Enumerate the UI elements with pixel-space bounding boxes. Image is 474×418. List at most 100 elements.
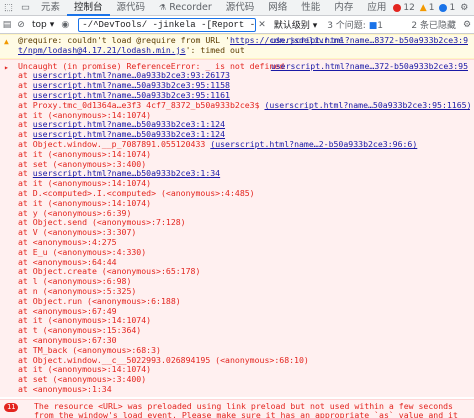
stack-frame-function: Object.create (<anonymous>:65:178) bbox=[32, 267, 201, 277]
warning-icon: ▲ bbox=[4, 37, 9, 46]
stack-frame-at: at bbox=[18, 71, 33, 81]
stack-frame-function: <anonymous>:64:44 bbox=[32, 257, 117, 267]
issue-icon bbox=[439, 3, 448, 12]
stack-frame-at: at bbox=[18, 267, 33, 277]
log-level-dropdown[interactable]: 默认级别 ▾ bbox=[274, 18, 317, 31]
stack-frame: at userscript.html?name…b50a933b2ce3:1:1… bbox=[18, 120, 470, 130]
console-output: ▲ @require: couldn't load @require from … bbox=[0, 34, 474, 418]
stack-trace: at userscript.html?name…0a933b2ce3:93:26… bbox=[18, 71, 470, 394]
stack-frame-function: set (<anonymous>:3:400) bbox=[32, 375, 147, 385]
error-message: ▸ Uncaught (in promise) ReferenceError: … bbox=[0, 58, 474, 397]
stack-frame: at it (<anonymous>:14:1074) bbox=[18, 150, 470, 160]
stack-frame-link[interactable]: userscript.html?name…50a933b2ce3:95:1161 bbox=[33, 91, 230, 100]
eye-icon[interactable]: ◉ bbox=[58, 20, 72, 30]
stack-frame: at Proxy.tmc_0d1364a…e3f3 4cf7_8372_b50a… bbox=[18, 101, 470, 111]
tab-memory[interactable]: 内存 bbox=[327, 0, 360, 16]
error-source-link[interactable]: userscript.html?name…372-b50a933b2ce3:95 bbox=[271, 61, 468, 72]
stack-frame: at it (<anonymous>:14:1074) bbox=[18, 179, 470, 189]
stack-frame: at Object.create (<anonymous>:65:178) bbox=[18, 267, 470, 277]
stack-frame-function: it (<anonymous>:14:1074) bbox=[32, 149, 152, 159]
stack-frame: at userscript.html?name…b50a933b2ce3:1:1… bbox=[18, 130, 470, 140]
stack-frame-at: at bbox=[18, 375, 33, 385]
stack-frame-at: at bbox=[18, 169, 33, 179]
stack-frame-at: at bbox=[18, 335, 33, 345]
stack-frame: at V (<anonymous>:3:307) bbox=[18, 228, 470, 238]
stack-frame: at userscript.html?name…50a933b2ce3:95:1… bbox=[18, 91, 470, 101]
tab-sources[interactable]: 源代码 bbox=[110, 0, 153, 16]
stack-frame-function: it (<anonymous>:14:1074) bbox=[32, 110, 152, 120]
stack-frame-function: <anonymous>:67:30 bbox=[32, 335, 117, 345]
stack-frame-function: D.<computed>.I.<computed> (<anonymous>:4… bbox=[32, 188, 255, 198]
stack-frame: at Object.send (<anonymous>:7:128) bbox=[18, 218, 470, 228]
stack-frame-function: Object.send (<anonymous>:7:128) bbox=[32, 218, 186, 228]
stack-frame: at it (<anonymous>:14:1074) bbox=[18, 365, 470, 375]
stack-frame-at: at bbox=[18, 306, 33, 316]
stack-frame: at set (<anonymous>:3:400) bbox=[18, 375, 470, 385]
stack-frame: at userscript.html?name…50a933b2ce3:95:1… bbox=[18, 81, 470, 91]
stack-frame-function: l (<anonymous>:6:98) bbox=[32, 277, 132, 287]
issues-link[interactable]: 3 个问题: ■1 bbox=[327, 18, 383, 31]
lodash-url-link-cont[interactable]: t/npm/lodash@4.17.21/lodash.min.js bbox=[18, 46, 186, 55]
tab-sources-2[interactable]: 源代码 bbox=[219, 0, 262, 16]
stack-frame-at: at bbox=[18, 384, 33, 394]
stack-frame: at set (<anonymous>:3:400) bbox=[18, 160, 470, 170]
stack-frame-function: Object.window.__c__5022993.026894195 (<a… bbox=[32, 355, 309, 365]
stack-frame-at: at bbox=[18, 130, 33, 140]
stack-frame-link[interactable]: userscript.html?name…b50a933b2ce3:1:124 bbox=[33, 130, 225, 139]
expand-arrow-icon[interactable]: ▸ bbox=[4, 63, 9, 73]
inspect-element-icon[interactable]: ⬚ bbox=[0, 0, 17, 16]
console-settings-icon[interactable]: ⚙ bbox=[460, 20, 474, 30]
clear-filter-icon[interactable]: ✕ bbox=[258, 20, 266, 30]
devtools-tabbar: ⬚ ▭ 元素 控制台 源代码 ⚗ Recorder 源代码 网络 性能 内存 应用… bbox=[0, 0, 474, 16]
clear-console-icon[interactable]: ⊘ bbox=[14, 20, 28, 30]
tab-console[interactable]: 控制台 bbox=[66, 0, 110, 16]
stack-frame-at: at bbox=[18, 296, 33, 306]
stack-frame: at Object.window.__c__5022993.026894195 … bbox=[18, 356, 470, 366]
tab-application[interactable]: 应用 bbox=[360, 0, 393, 16]
stack-frame: at D.<computed>.I.<computed> (<anonymous… bbox=[18, 189, 470, 199]
error-count-badge[interactable]: 12 bbox=[393, 3, 415, 13]
issues-count-badge[interactable]: 1 bbox=[439, 3, 455, 13]
stack-frame: at <anonymous>:67:49 bbox=[18, 307, 470, 317]
tab-elements[interactable]: 元素 bbox=[34, 0, 67, 16]
tab-performance[interactable]: 性能 bbox=[294, 0, 327, 16]
sidebar-toggle-icon[interactable]: ▤ bbox=[0, 20, 14, 30]
warning-source-link[interactable]: userscript.html?name…8372-b50a933b2ce3:9 bbox=[271, 35, 468, 46]
warning-count-badge[interactable]: ▲ 1 bbox=[420, 3, 435, 13]
stack-frame-function: t (<anonymous>:15:364) bbox=[32, 326, 142, 336]
warning-icon: ▲ bbox=[419, 2, 427, 13]
stack-frame-function: Object.run (<anonymous>:6:188) bbox=[32, 296, 181, 306]
stack-frame: at userscript.html?name…0a933b2ce3:93:26… bbox=[18, 71, 470, 81]
issue-icon: ■ bbox=[368, 21, 378, 31]
stack-frame-at: at bbox=[18, 365, 33, 375]
stack-frame-link[interactable]: (userscript.html?name…2-b50a933b2ce3:96:… bbox=[210, 140, 417, 149]
stack-frame-link[interactable]: userscript.html?name…50a933b2ce3:95:1158 bbox=[33, 81, 230, 90]
stack-frame-link[interactable]: userscript.html?name…0a933b2ce3:93:26173 bbox=[33, 71, 230, 80]
stack-frame: at <anonymous>:1:34 bbox=[18, 385, 470, 395]
stack-frame-at: at bbox=[18, 90, 33, 100]
stack-frame: at TM_back (<anonymous>:68:3) bbox=[18, 346, 470, 356]
flask-icon: ⚗ bbox=[159, 2, 167, 12]
stack-frame-link[interactable]: userscript.html?name…b50a933b2ce3:1:124 bbox=[33, 120, 225, 129]
stack-frame-link[interactable]: userscript.html?name…b50a933b2ce3:1:34 bbox=[33, 169, 220, 178]
stack-frame-function: <anonymous>:4:275 bbox=[32, 237, 117, 247]
stack-frame: at it (<anonymous>:14:1074) bbox=[18, 316, 470, 326]
preload-error-message: 11 The resource <URL> was preloaded usin… bbox=[0, 398, 474, 418]
stack-frame-function: it (<anonymous>:14:1074) bbox=[32, 316, 152, 326]
stack-frame-function: it (<anonymous>:14:1074) bbox=[32, 198, 152, 208]
stack-frame: at Object.window.__p_7087891.055120433 (… bbox=[18, 140, 470, 150]
tab-recorder[interactable]: ⚗ Recorder bbox=[152, 0, 219, 16]
stack-frame: at l (<anonymous>:6:98) bbox=[18, 277, 470, 287]
stack-frame: at t (<anonymous>:15:364) bbox=[18, 326, 470, 336]
stack-frame-function: E_u (<anonymous>:4:330) bbox=[32, 247, 147, 257]
console-filterbar: ▤ ⊘ top ▾ ◉ -/^DevTools/ -jinkela -[Repor… bbox=[0, 16, 474, 34]
hidden-count: 2 条已隐藏 bbox=[411, 21, 456, 31]
tab-network[interactable]: 网络 bbox=[261, 0, 294, 16]
device-toggle-icon[interactable]: ▭ bbox=[17, 0, 34, 16]
stack-frame-at: at bbox=[18, 316, 33, 326]
settings-gear-icon[interactable]: ⚙ bbox=[460, 3, 468, 13]
stack-frame: at it (<anonymous>:14:1074) bbox=[18, 111, 470, 121]
stack-frame-link[interactable]: (userscript.html?name…50a933b2ce3:95:116… bbox=[264, 101, 470, 110]
filter-input[interactable]: -/^DevTools/ -jinkela -[Report -BY_CLIEN… bbox=[78, 17, 257, 32]
context-selector[interactable]: top ▾ bbox=[28, 20, 58, 30]
